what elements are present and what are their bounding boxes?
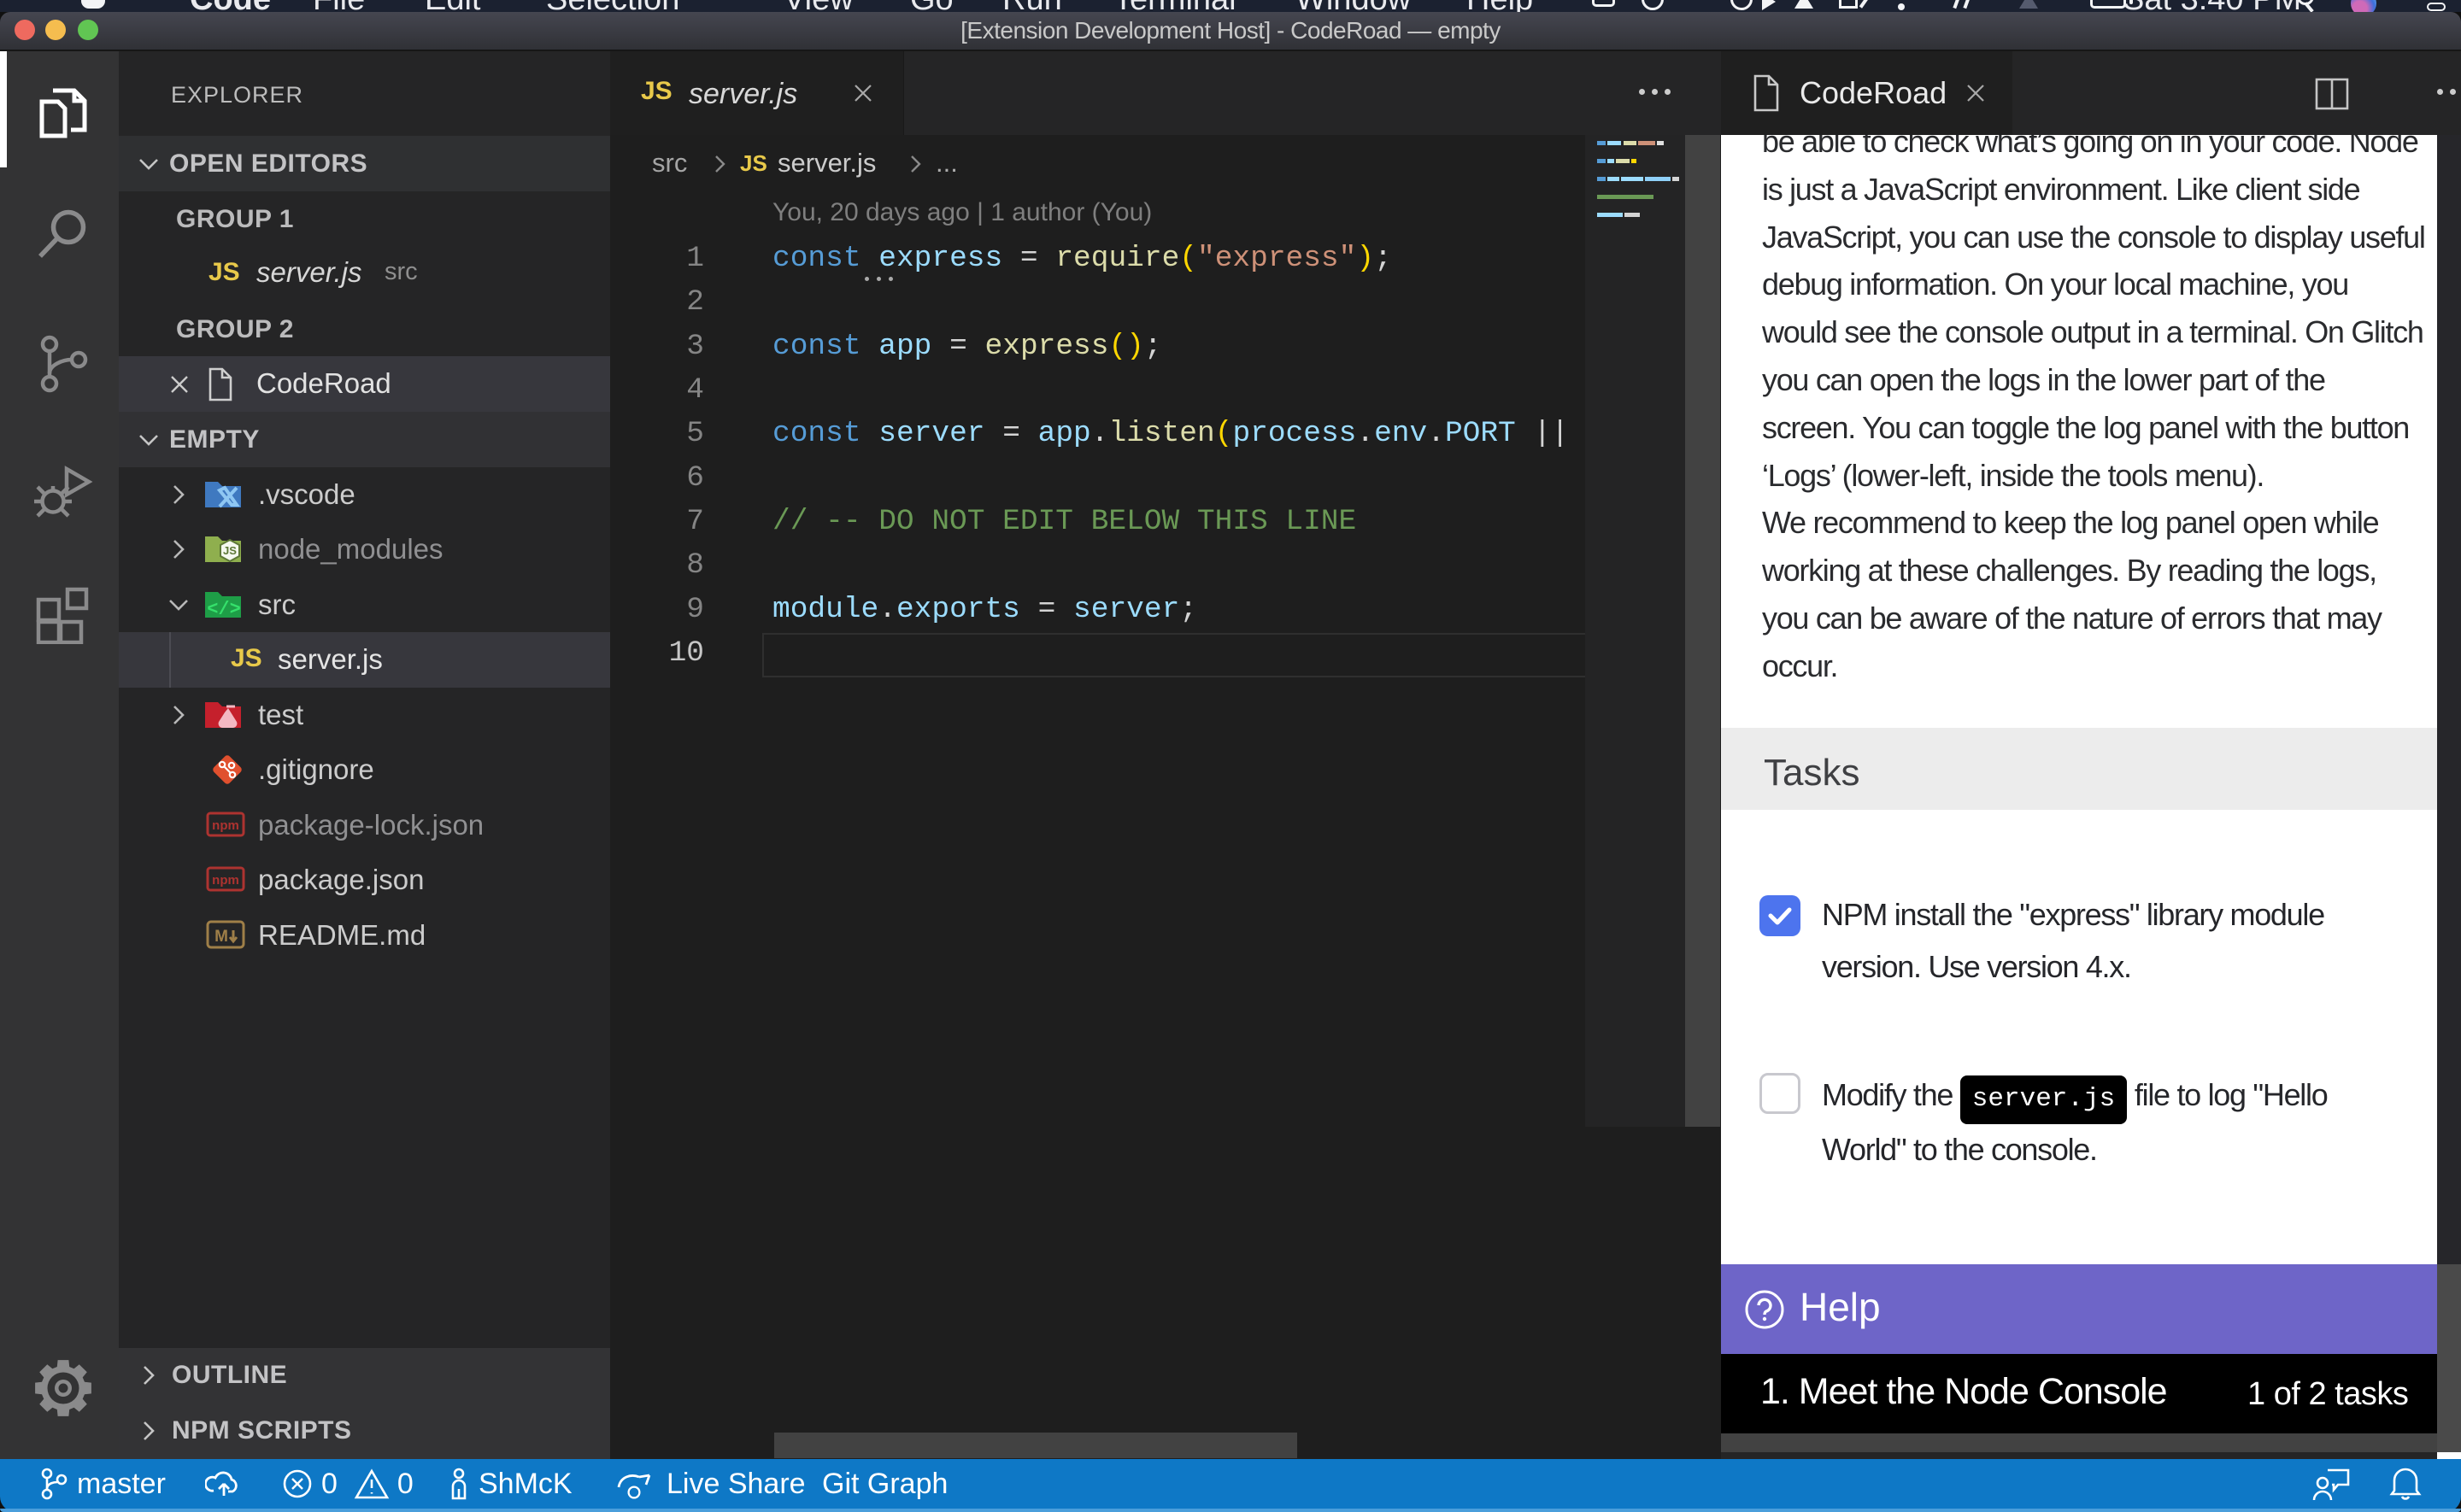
- svg-text:M: M: [214, 928, 228, 946]
- svg-text:JS: JS: [223, 544, 237, 557]
- svg-text:npm: npm: [212, 873, 239, 888]
- svg-text:</>: </>: [207, 599, 241, 620]
- svg-text:npm: npm: [212, 818, 239, 833]
